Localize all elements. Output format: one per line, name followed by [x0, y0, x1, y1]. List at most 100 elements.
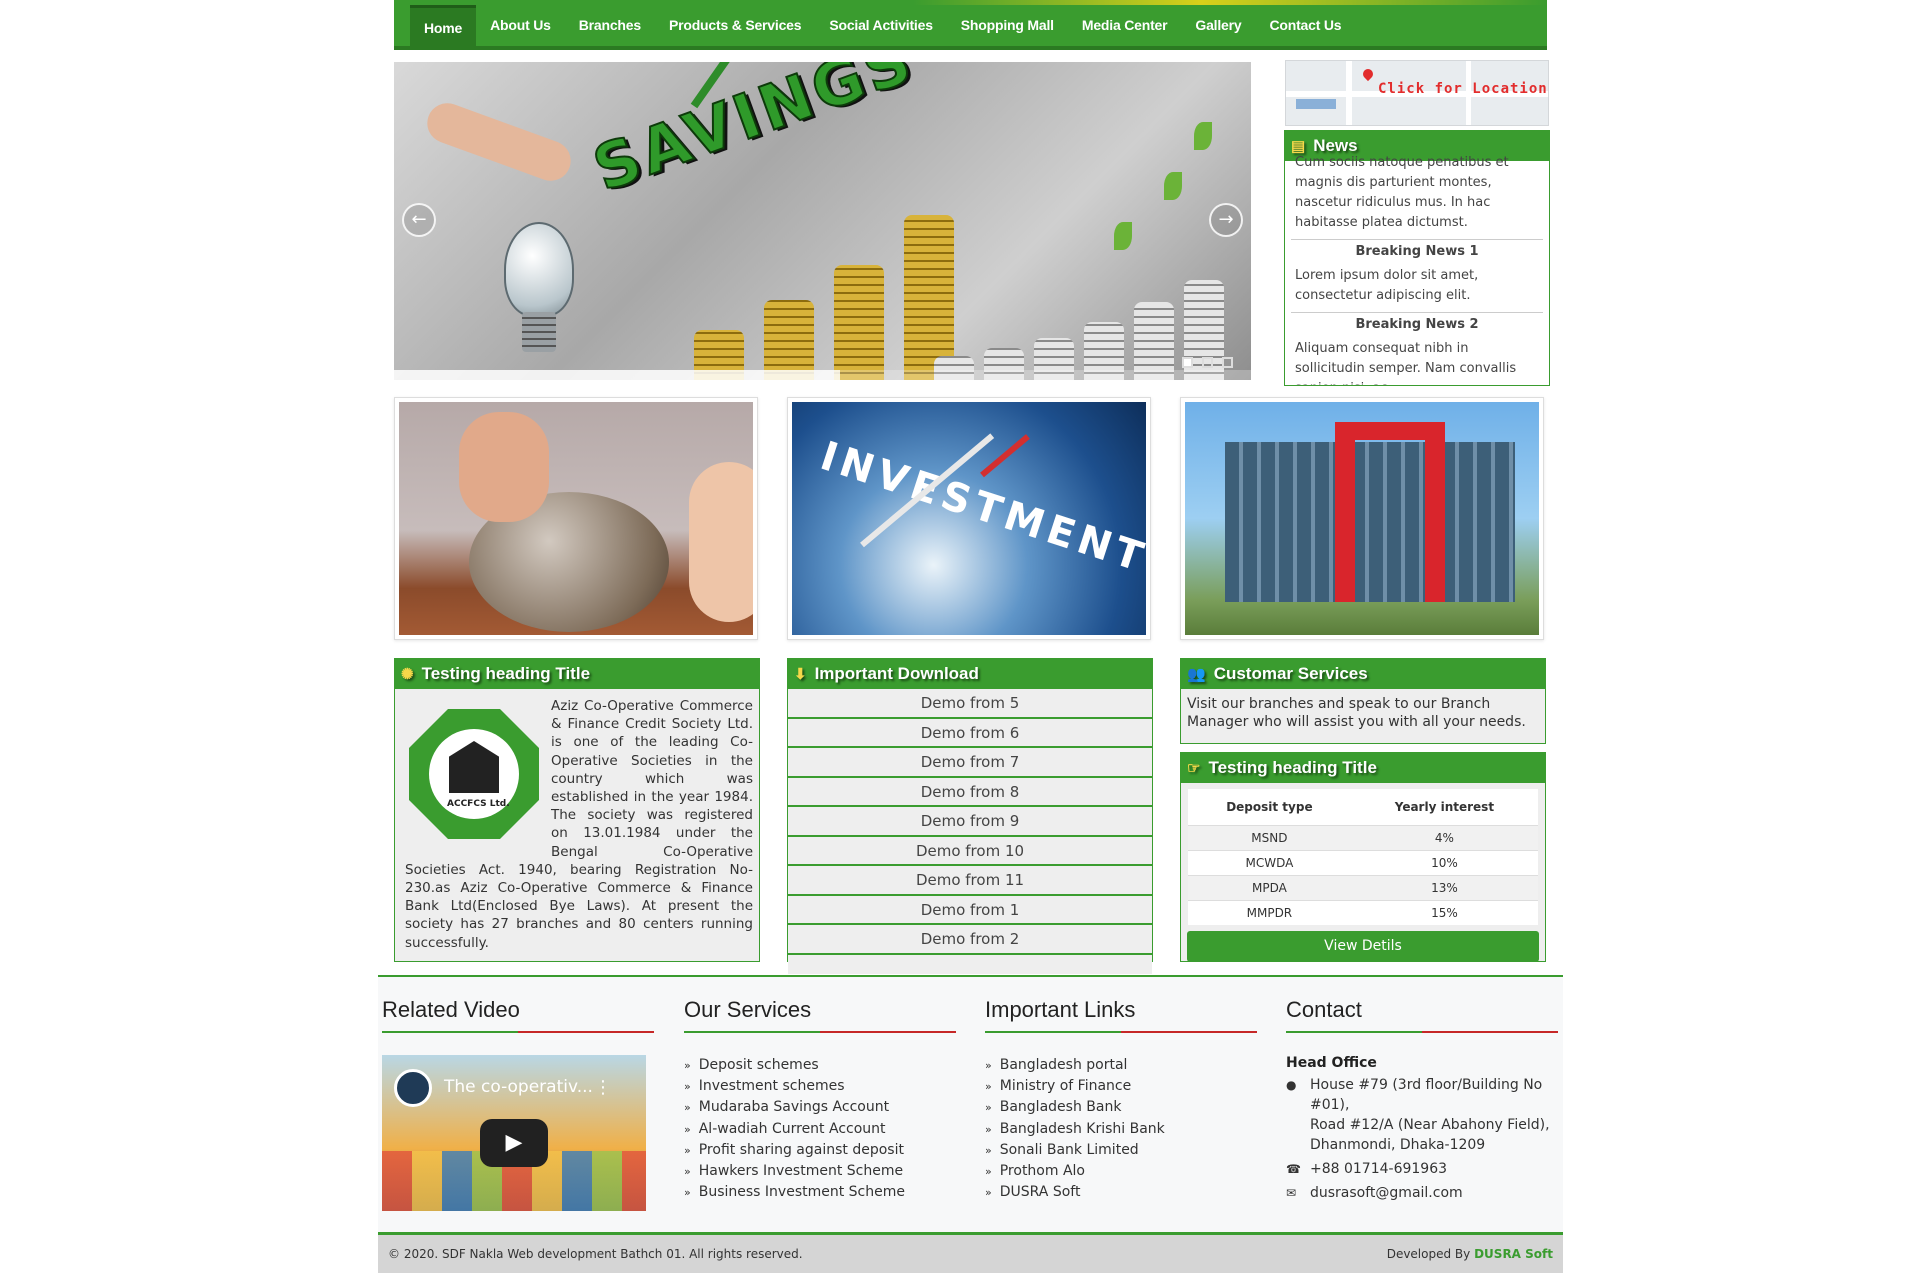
- download-item[interactable]: Demo from 2: [788, 925, 1152, 955]
- footer-services-title: Our Services: [684, 997, 956, 1033]
- important-link-label[interactable]: Ministry of Finance: [1000, 1078, 1132, 1094]
- map-water: [1296, 99, 1336, 109]
- table-row: MPDA 13%: [1188, 874, 1538, 900]
- nav-branches[interactable]: Branches: [565, 5, 655, 46]
- nav-home[interactable]: Home: [410, 5, 477, 46]
- important-link[interactable]: » Prothom Alo: [985, 1161, 1257, 1182]
- address-line: Dhanmondi, Dhaka-1209: [1310, 1137, 1486, 1153]
- table-header: Yearly interest: [1394, 799, 1495, 814]
- hand-image: [421, 97, 577, 187]
- view-details-button[interactable]: View Detils: [1187, 931, 1539, 962]
- nav-products-services[interactable]: Products & Services: [655, 5, 815, 46]
- news-item-title[interactable]: Breaking News 2: [1291, 312, 1543, 335]
- important-link[interactable]: » Bangladesh Bank: [985, 1097, 1257, 1118]
- nav-about-us[interactable]: About Us: [476, 5, 565, 46]
- download-icon: ⬇: [794, 666, 807, 683]
- service-link[interactable]: » Hawkers Investment Scheme: [684, 1161, 956, 1182]
- footer-links-title: Important Links: [985, 997, 1257, 1033]
- downloads-panel-header: ⬇ Important Download: [788, 659, 1152, 689]
- news-item-title[interactable]: Breaking News 1: [1291, 239, 1543, 262]
- download-item[interactable]: Demo from 6: [788, 719, 1152, 748]
- table-header: Deposit type: [1226, 799, 1313, 814]
- news-ticker: Cum sociis natoque penatibus et magnis d…: [1285, 153, 1549, 385]
- slider-next-button[interactable]: →: [1209, 203, 1243, 237]
- important-link[interactable]: » Bangladesh Krishi Bank: [985, 1119, 1257, 1140]
- important-link-label[interactable]: Bangladesh Bank: [1000, 1099, 1122, 1115]
- download-item[interactable]: Demo from 9: [788, 807, 1152, 837]
- more-options-icon[interactable]: ⋮: [594, 1077, 612, 1098]
- important-link-label[interactable]: Sonali Bank Limited: [1000, 1142, 1139, 1158]
- service-link-label[interactable]: Profit sharing against deposit: [699, 1142, 904, 1158]
- slider-dot[interactable]: [1202, 357, 1213, 368]
- download-item[interactable]: Demo from 1: [788, 896, 1152, 925]
- news-item-text: Aliquam consequat nibh in sollicitudin s…: [1295, 341, 1517, 385]
- important-link[interactable]: » Bangladesh portal: [985, 1055, 1257, 1076]
- important-link-label[interactable]: Prothom Alo: [1000, 1163, 1085, 1179]
- image-tile-savings[interactable]: [394, 397, 758, 640]
- service-link-label[interactable]: Hawkers Investment Scheme: [699, 1163, 903, 1179]
- nav-social-activities[interactable]: Social Activities: [815, 5, 946, 46]
- service-link[interactable]: » Business Investment Scheme: [684, 1182, 956, 1203]
- coin-stack: [764, 300, 814, 380]
- accfcs-logo: ACCFCS Ltd.: [409, 709, 539, 839]
- image-tile-investment[interactable]: INVESTMENT: [787, 397, 1151, 640]
- slider-dot[interactable]: [1182, 357, 1193, 368]
- nav-gallery[interactable]: Gallery: [1181, 5, 1255, 46]
- nav-media-center[interactable]: Media Center: [1068, 5, 1182, 46]
- slider-progress-fill: [394, 370, 840, 380]
- address-lines: House #79 (3rd floor/Building No #01), R…: [1310, 1075, 1558, 1155]
- building-facade: [1225, 442, 1515, 602]
- slider-prev-button[interactable]: ←: [402, 203, 436, 237]
- service-link-label[interactable]: Al-wadiah Current Account: [699, 1121, 886, 1137]
- piggy-bank-image: [399, 402, 753, 635]
- important-link-label[interactable]: Bangladesh Krishi Bank: [1000, 1121, 1165, 1137]
- footer-contact-column: Contact Head Office ● House #79 (3rd flo…: [1286, 997, 1558, 1203]
- service-link-label[interactable]: Investment schemes: [699, 1078, 845, 1094]
- service-link[interactable]: » Al-wadiah Current Account: [684, 1119, 956, 1140]
- map-marker-icon: ●: [1286, 1078, 1297, 1092]
- plant-leaf: [1114, 222, 1132, 250]
- service-link-label[interactable]: Deposit schemes: [699, 1057, 819, 1073]
- table-cell: MSND: [1188, 824, 1351, 850]
- important-link[interactable]: » Ministry of Finance: [985, 1076, 1257, 1097]
- important-link[interactable]: » Sonali Bank Limited: [985, 1140, 1257, 1161]
- nav-contact-us[interactable]: Contact Us: [1255, 5, 1355, 46]
- embedded-video[interactable]: The co-operativ... ⋮ ▶: [382, 1055, 646, 1211]
- service-link-label[interactable]: Business Investment Scheme: [699, 1184, 905, 1200]
- service-link[interactable]: » Mudaraba Savings Account: [684, 1097, 956, 1118]
- video-play-button[interactable]: ▶: [480, 1119, 548, 1167]
- service-link[interactable]: » Deposit schemes: [684, 1055, 956, 1076]
- important-links-list: » Bangladesh portal » Ministry of Finance …: [985, 1055, 1257, 1203]
- footer-video-column: Related Video The co-operativ... ⋮ ▶: [382, 997, 654, 1211]
- image-tile-building[interactable]: [1180, 397, 1544, 640]
- video-title[interactable]: The co-operativ...: [444, 1077, 593, 1097]
- phone-number[interactable]: +88 01714-691963: [1310, 1159, 1447, 1179]
- service-link[interactable]: » Investment schemes: [684, 1076, 956, 1097]
- download-item[interactable]: Demo from 11: [788, 866, 1152, 896]
- important-link[interactable]: » DUSRA Soft: [985, 1182, 1257, 1203]
- developer-brand-link[interactable]: DUSRA Soft: [1474, 1247, 1553, 1261]
- map-location-label[interactable]: Click for Location: [1378, 81, 1548, 97]
- location-map[interactable]: Click for Location: [1285, 60, 1549, 126]
- service-link[interactable]: » Profit sharing against deposit: [684, 1140, 956, 1161]
- coin-stack: [834, 265, 884, 380]
- developer-label: Developed By: [1386, 1247, 1471, 1261]
- important-link-label[interactable]: Bangladesh portal: [1000, 1057, 1128, 1073]
- nav-shopping-mall[interactable]: Shopping Mall: [947, 5, 1068, 46]
- service-link-label[interactable]: Mudaraba Savings Account: [699, 1099, 889, 1115]
- download-item[interactable]: Demo from 7: [788, 748, 1152, 778]
- important-link-label[interactable]: DUSRA Soft: [1000, 1184, 1081, 1200]
- downloads-panel: ⬇ Important Download Demo from 5 Demo fr…: [787, 658, 1153, 974]
- slider-dot[interactable]: [1222, 357, 1233, 368]
- table-cell: 10%: [1350, 849, 1538, 875]
- building-red-frame: [1335, 422, 1355, 602]
- email-address[interactable]: dusrasoft@gmail.com: [1310, 1183, 1463, 1203]
- plant-leaf: [1164, 172, 1182, 200]
- download-item[interactable]: Demo from 5: [788, 689, 1152, 719]
- customer-services-text: Visit our branches and speak to our Bran…: [1187, 696, 1526, 730]
- download-item[interactable]: Demo from 8: [788, 778, 1152, 807]
- download-item[interactable]: Demo from 10: [788, 837, 1152, 866]
- footer-links-column: Important Links » Bangladesh portal » Mini…: [985, 997, 1257, 1203]
- chevron-right-icon: »: [684, 1143, 691, 1157]
- phone-icon: ☎: [1286, 1162, 1301, 1176]
